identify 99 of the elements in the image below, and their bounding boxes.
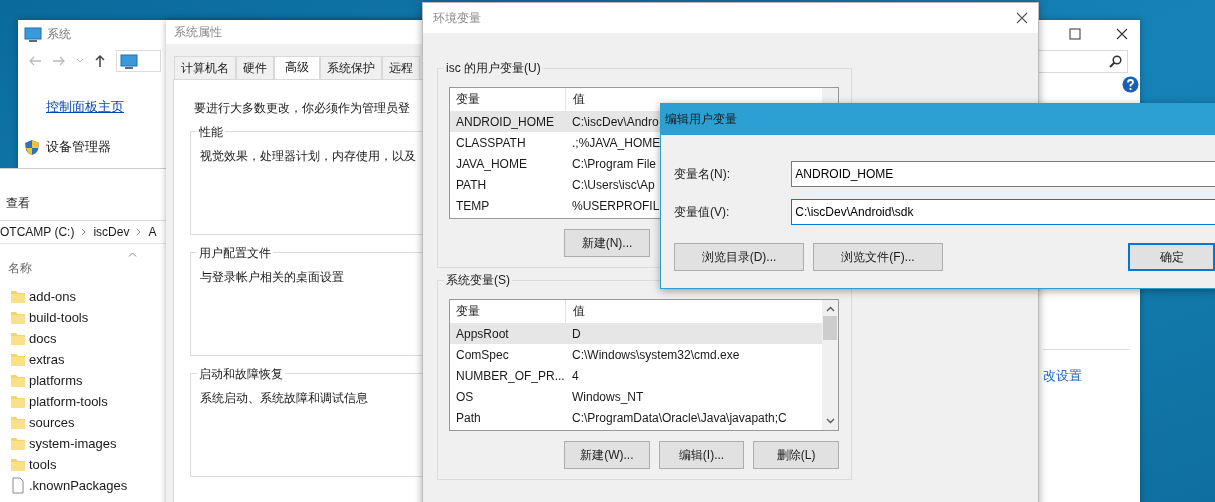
list-row[interactable]: ComSpec C:\Windows\system32\cmd.exe (450, 344, 822, 365)
dialog-button[interactable]: 编辑(I)... (658, 441, 745, 469)
folder-icon (10, 372, 26, 389)
file-name[interactable]: docs (29, 331, 57, 346)
variable-value: C:\Windows\system32\cmd.exe (571, 347, 740, 362)
dialog-button[interactable]: 新建(W)... (564, 441, 650, 469)
window-title: 系统 (47, 25, 71, 43)
variable-value: C:\Users\isc\Ap (571, 177, 655, 192)
file-name[interactable]: system-images (29, 436, 117, 451)
variable-value: %USERPROFIL (571, 198, 660, 213)
help-icon[interactable] (1122, 76, 1139, 93)
control-panel-link[interactable]: 控制面板主页 (46, 98, 124, 116)
variable-name: AppsRoot (455, 326, 510, 341)
settings-link[interactable]: 改设置 (1043, 349, 1130, 385)
tab[interactable]: 高级 (274, 56, 320, 79)
breadcrumb-item[interactable]: OTCAMP (C:) (0, 225, 75, 239)
folder-icon (10, 309, 26, 326)
scroll-thumb[interactable] (823, 316, 837, 340)
close-icon[interactable] (1116, 28, 1128, 40)
shield-icon (24, 138, 40, 156)
group-title: 系统变量(S) (444, 272, 512, 289)
breadcrumb-item[interactable]: A (148, 225, 157, 239)
group-description: 与登录帐户相关的桌面设置 (200, 269, 344, 286)
list-row[interactable]: NUMBER_OF_PR... 4 (450, 365, 822, 386)
list-row[interactable]: AppsRoot D (450, 323, 822, 344)
maximize-icon[interactable] (1069, 28, 1081, 40)
search-icon[interactable] (1109, 54, 1122, 68)
variable-name: ComSpec (455, 347, 510, 362)
input-field[interactable]: C:\iscDev\Android\sdk (791, 199, 1215, 225)
monitor-icon (120, 52, 138, 70)
column-header[interactable]: 名称 (8, 260, 32, 277)
variable-value: C:\ProgramData\Oracle\Java\javapath;C (571, 410, 787, 425)
variable-name: Path (455, 410, 482, 425)
chevron-icon (81, 228, 87, 236)
folder-icon (10, 414, 26, 431)
variable-name: CLASSPATH (455, 135, 527, 150)
variable-value: Windows_NT (571, 389, 644, 404)
monitor-icon (24, 25, 42, 43)
file-name[interactable]: .knownPackages (29, 478, 128, 493)
dialog-button[interactable]: 浏览文件(F)... (813, 243, 943, 271)
input-field[interactable]: ANDROID_HOME (791, 161, 1215, 187)
dialog-button[interactable]: 确定 (1128, 243, 1215, 271)
group-description: 系统启动、系统故障和调试信息 (200, 390, 368, 407)
variable-value: D (571, 326, 581, 341)
scroll-down-icon[interactable] (825, 418, 835, 424)
column-header[interactable]: 值 (566, 88, 585, 111)
group-description: 视觉效果，处理器计划，内存使用，以及 (200, 148, 416, 165)
scrollbar[interactable] (822, 300, 838, 430)
variable-value: C:\iscDev\Andro (571, 114, 659, 129)
variable-name: JAVA_HOME (455, 156, 528, 171)
file-name[interactable]: build-tools (29, 310, 89, 325)
column-header[interactable]: 值 (566, 300, 585, 323)
tab[interactable]: 远程 (382, 56, 420, 79)
dialog-title: 编辑用户变量 (665, 111, 737, 128)
field-label: 变量值(V): (674, 203, 731, 221)
ribbon-tab[interactable]: 查看 (6, 195, 30, 212)
file-name[interactable]: platforms (29, 373, 83, 388)
folder-icon (10, 288, 26, 305)
tab[interactable]: 硬件 (236, 56, 274, 79)
variable-name: NUMBER_OF_PR... (455, 368, 565, 383)
tab[interactable]: 计算机名 (174, 56, 236, 79)
variable-name: PATH (455, 177, 488, 192)
file-name[interactable]: extras (29, 352, 65, 367)
file-icon (10, 477, 26, 494)
variable-value: C:\Program File (571, 156, 657, 171)
variable-value: .;%JAVA_HOME (571, 135, 661, 150)
notice-text: 要进行大多数更改，你必须作为管理员登 (194, 100, 411, 117)
chevron-icon (136, 228, 142, 236)
address-bar[interactable] (116, 50, 161, 72)
variable-name: ANDROID_HOME (455, 114, 555, 129)
folder-icon (10, 456, 26, 473)
file-name[interactable]: platform-tools (29, 394, 108, 409)
up-arrow-icon[interactable] (94, 54, 106, 68)
tab[interactable]: 系统保护 (320, 56, 382, 79)
group-title: 用户配置文件 (197, 245, 273, 262)
folder-icon (10, 435, 26, 452)
folder-icon (10, 330, 26, 347)
breadcrumb-item[interactable]: iscDev (93, 225, 130, 239)
file-name[interactable]: tools (29, 457, 57, 472)
variable-name: OS (455, 389, 475, 404)
file-name[interactable]: sources (29, 415, 75, 430)
variable-value: 4 (571, 368, 579, 383)
list-row[interactable]: OS Windows_NT (450, 386, 822, 407)
dialog-button[interactable]: 删除(L) (753, 441, 839, 469)
group-title: 启动和故障恢复 (197, 366, 285, 383)
file-name[interactable]: add-ons (29, 289, 76, 304)
group-title: isc 的用户变量(U) (444, 60, 543, 77)
close-icon[interactable] (1016, 12, 1028, 24)
group-title: 性能 (197, 124, 225, 141)
sidebar-link[interactable]: 设备管理器 (46, 138, 111, 156)
variable-name: TEMP (455, 198, 491, 213)
scroll-up-icon[interactable] (825, 306, 835, 312)
sort-caret-icon (128, 252, 137, 257)
dialog-button[interactable]: 浏览目录(D)... (674, 243, 804, 271)
field-label: 变量名(N): (674, 165, 731, 183)
dialog-button[interactable]: 新建(N)... (564, 229, 650, 257)
folder-icon (10, 351, 26, 368)
list-row[interactable]: Path C:\ProgramData\Oracle\Java\javapath;C (450, 407, 822, 428)
folder-icon (10, 393, 26, 410)
